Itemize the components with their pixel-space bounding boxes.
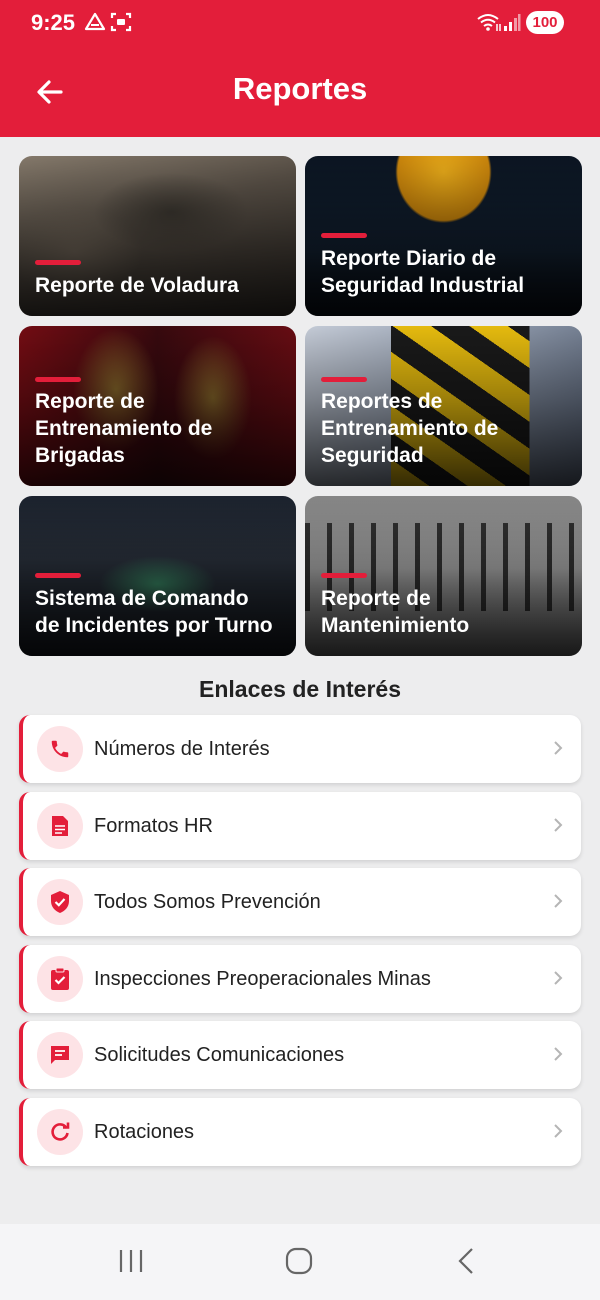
card-accent xyxy=(35,377,81,382)
page-title: Reportes xyxy=(232,71,368,106)
document-icon xyxy=(37,802,83,849)
chevron-right-icon xyxy=(553,893,563,914)
link-formatos-hr[interactable]: Formatos HR xyxy=(19,791,581,860)
chevron-right-icon xyxy=(553,1123,563,1144)
report-card-mantenimiento[interactable]: Reporte de Mantenimiento xyxy=(305,496,582,656)
report-card-title: Reportes de Entrenamiento de Seguridad xyxy=(321,390,499,467)
report-card-title: Reporte de Voladura xyxy=(35,274,239,297)
report-card-entrenamiento-seguridad[interactable]: Reportes de Entrenamiento de Seguridad xyxy=(305,326,582,486)
card-accent xyxy=(321,233,367,238)
card-accent xyxy=(321,377,367,382)
report-card-title: Reporte de Entrenamiento de Brigadas xyxy=(35,390,213,467)
drive-icon xyxy=(84,12,106,32)
reports-grid: Reporte de Voladura Reporte Diario de Se… xyxy=(19,156,582,656)
back-nav-button[interactable] xyxy=(455,1246,477,1281)
link-label: Solicitudes Comunicaciones xyxy=(94,1044,345,1067)
battery-icon: 100 xyxy=(526,11,564,34)
card-accent xyxy=(321,573,367,578)
clipboard-check-icon xyxy=(37,955,83,1002)
home-icon xyxy=(285,1247,313,1275)
phone-icon xyxy=(37,726,83,772)
report-card-brigadas[interactable]: Reporte de Entrenamiento de Brigadas xyxy=(19,326,296,486)
chevron-right-icon xyxy=(553,740,563,761)
report-card-title: Reporte de Mantenimiento xyxy=(321,587,470,637)
report-card-title: Sistema de Comando de Incidentes por Tur… xyxy=(35,587,273,637)
link-label: Todos Somos Prevención xyxy=(94,891,321,914)
link-label: Formatos HR xyxy=(94,814,213,837)
chevron-right-icon xyxy=(553,817,563,838)
report-card-seguridad-industrial[interactable]: Reporte Diario de Seguridad Industrial xyxy=(305,156,582,316)
link-rotaciones[interactable]: Rotaciones xyxy=(19,1097,581,1166)
status-bar: 9:25 100 xyxy=(0,0,600,46)
recent-apps-button[interactable] xyxy=(118,1246,144,1281)
link-todos-somos-prevencion[interactable]: Todos Somos Prevención xyxy=(19,868,581,937)
chevron-right-icon xyxy=(553,970,563,991)
link-label: Números de Interés xyxy=(94,738,270,760)
chevron-right-icon xyxy=(553,1046,563,1067)
status-time: 9:25 xyxy=(31,10,76,35)
section-title: Enlaces de Interés xyxy=(199,676,401,702)
link-solicitudes-comunicaciones[interactable]: Solicitudes Comunicaciones xyxy=(19,1021,581,1090)
report-card-voladura[interactable]: Reporte de Voladura xyxy=(19,156,296,316)
system-nav-bar xyxy=(0,1224,600,1300)
link-label: Inspecciones Preoperacionales Minas xyxy=(94,967,431,990)
recent-apps-icon xyxy=(119,1250,143,1272)
card-accent xyxy=(35,260,81,265)
report-card-comando-incidentes[interactable]: Sistema de Comando de Incidentes por Tur… xyxy=(19,496,296,656)
link-numeros-interes[interactable]: Números de Interés xyxy=(19,715,581,783)
signal-icon xyxy=(503,12,521,32)
wifi-icon xyxy=(476,12,502,32)
link-label: Rotaciones xyxy=(94,1120,195,1143)
card-accent xyxy=(35,573,81,578)
chevron-left-icon xyxy=(458,1248,473,1274)
screenshot-icon xyxy=(110,12,132,32)
app-header: 9:25 100 Reportes xyxy=(0,0,600,137)
shield-check-icon xyxy=(37,879,83,926)
report-card-title: Reporte Diario de Seguridad Industrial xyxy=(321,247,525,297)
refresh-icon xyxy=(37,1108,83,1155)
link-inspecciones-preoperacionales[interactable]: Inspecciones Preoperacionales Minas xyxy=(19,944,581,1013)
home-button[interactable] xyxy=(285,1246,313,1281)
message-icon xyxy=(37,1032,83,1079)
links-list: Números de Interés Formatos HR Todos Som… xyxy=(19,715,581,1175)
